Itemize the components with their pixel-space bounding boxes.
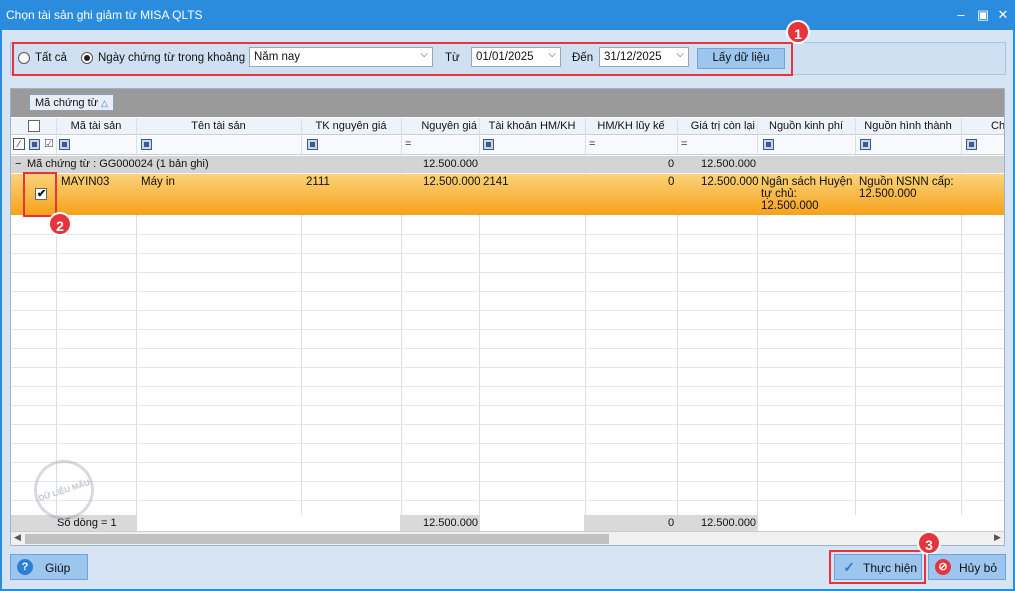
group-panel: Mã chứng từ △ <box>11 89 1004 117</box>
header-original-cost[interactable]: Nguyên giá <box>401 118 479 135</box>
header-asset-code[interactable]: Mã tài sản <box>56 118 136 135</box>
filter-icon[interactable] <box>29 139 40 150</box>
header-depreciation[interactable]: HM/KH lũy kế <box>585 118 677 135</box>
close-icon[interactable]: ✕ <box>994 6 1012 24</box>
footer-depreciation: 0 <box>668 517 675 529</box>
filter-icon[interactable] <box>966 139 977 150</box>
cell-fund-source-3: 12.500.000 <box>761 200 819 212</box>
scroll-left-icon[interactable]: ◀ <box>14 532 21 543</box>
header-cost-account[interactable]: TK nguyên giá <box>301 118 401 135</box>
filter-icon[interactable] <box>307 139 318 150</box>
sort-asc-icon: △ <box>101 98 108 108</box>
cell-cost-account: 2111 <box>306 176 330 188</box>
cell-asset-code: MAYIN03 <box>61 176 110 188</box>
scroll-right-icon[interactable]: ▶ <box>994 532 1001 543</box>
to-date-value: 31/12/2025 <box>604 51 662 63</box>
to-date-field[interactable]: 31/12/2025 ⌵ <box>599 47 689 67</box>
period-select[interactable]: Năm nay ⌵ <box>249 47 433 67</box>
radio-all[interactable] <box>18 52 30 64</box>
from-date-value: 01/01/2025 <box>476 51 534 63</box>
header-asset-name[interactable]: Tên tài sản <box>136 118 301 135</box>
filter-icon[interactable] <box>483 139 494 150</box>
maximize-icon[interactable]: ▣ <box>974 6 992 24</box>
check-filter-icon[interactable]: ☑ <box>44 137 54 150</box>
header-remaining[interactable]: Giá trị còn lại <box>677 118 757 135</box>
horizontal-scrollbar[interactable]: ◀ ▶ <box>11 531 1004 545</box>
minimize-icon[interactable]: – <box>952 6 970 24</box>
help-icon: ? <box>17 559 33 575</box>
step-badge-3: 3 <box>917 531 941 555</box>
period-value: Năm nay <box>254 51 301 63</box>
fetch-data-button[interactable]: Lấy dữ liệu <box>697 48 785 69</box>
header-formation-source[interactable]: Nguồn hình thành <box>855 118 961 135</box>
summary-row: Số dòng = 1 12.500.000 0 12.500.000 <box>11 515 1004 531</box>
group-row-label: Mã chứng từ : GG000024 (1 bản ghi) <box>27 158 209 170</box>
select-all-checkbox[interactable] <box>28 120 40 132</box>
collapse-icon[interactable]: − <box>15 158 21 170</box>
chevron-down-icon: ⌵ <box>420 49 428 60</box>
footer-remaining: 12.500.000 <box>701 517 757 529</box>
title-bar: Chọn tài sản ghi giảm từ MISA QLTS – ▣ ✕ <box>0 0 1015 30</box>
group-chip-label: Mã chứng từ <box>35 97 99 109</box>
cell-original-cost: 12.500.000 <box>423 176 481 188</box>
help-button-label: Giúp <box>45 561 71 575</box>
group-depreciation: 0 <box>668 158 675 170</box>
header-dep-account[interactable]: Tài khoản HM/KH <box>479 118 585 135</box>
group-original-cost: 12.500.000 <box>423 158 479 170</box>
equals-filter-icon[interactable]: = <box>405 138 411 150</box>
help-button[interactable]: ? Giúp <box>10 554 88 580</box>
from-date-field[interactable]: 01/01/2025 ⌵ <box>471 47 561 67</box>
cancel-icon: ⊘ <box>935 559 951 575</box>
cell-formation-source-1: Nguồn NSNN cấp: <box>859 176 954 188</box>
scroll-thumb[interactable] <box>25 534 609 544</box>
cancel-button[interactable]: ⊘ Hủy bỏ <box>928 554 1006 580</box>
footer-original-cost: 12.500.000 <box>423 517 479 529</box>
cell-remaining: 12.500.000 <box>701 176 759 188</box>
cell-dep-account: 2141 <box>483 176 509 188</box>
filter-icon[interactable] <box>860 139 871 150</box>
filter-icon[interactable] <box>763 139 774 150</box>
equals-filter-icon[interactable]: = <box>681 138 687 150</box>
cell-fund-source-1: Ngân sách Huyện <box>761 176 853 188</box>
cancel-button-label: Hủy bỏ <box>959 561 998 575</box>
chevron-down-icon: ⌵ <box>548 49 556 60</box>
table-row[interactable]: ✔ MAYIN03 Máy in 2111 12.500.000 2141 0 … <box>11 174 1004 215</box>
radio-date-range-label: Ngày chứng từ trong khoảng <box>98 52 246 64</box>
header-fund-source[interactable]: Nguồn kinh phí <box>757 118 855 135</box>
highlight-execute <box>829 550 926 584</box>
asset-grid: Mã chứng từ △ Mã tài sản Tên tài sản TK n… <box>10 88 1005 546</box>
cell-depreciation: 0 <box>668 176 675 188</box>
to-label: Đến <box>572 52 594 64</box>
cell-fund-source-2: tự chủ: <box>761 188 797 200</box>
group-row[interactable]: − Mã chứng từ : GG000024 (1 bản ghi) 12.… <box>11 156 1004 173</box>
cell-formation-source-2: 12.500.000 <box>859 188 917 200</box>
chevron-down-icon: ⌵ <box>676 49 684 60</box>
step-badge-1: 1 <box>786 20 810 44</box>
group-chip[interactable]: Mã chứng từ △ <box>29 94 114 111</box>
radio-date-range[interactable] <box>81 52 93 64</box>
filter-icon[interactable] <box>59 139 70 150</box>
group-remaining: 12.500.000 <box>701 158 757 170</box>
header-select <box>11 118 56 135</box>
clear-filter-icon[interactable]: ⁄ <box>13 138 25 150</box>
radio-all-label: Tất cả <box>35 52 67 64</box>
header-extra[interactable]: Ch <box>961 118 1004 135</box>
highlight-row-checkbox <box>23 172 57 217</box>
filter-icon[interactable] <box>141 139 152 150</box>
cell-asset-name: Máy in <box>141 176 175 188</box>
from-label: Từ <box>445 52 460 64</box>
equals-filter-icon[interactable]: = <box>589 138 595 150</box>
step-badge-2: 2 <box>48 212 72 236</box>
window-title: Chọn tài sản ghi giảm từ MISA QLTS <box>6 8 203 22</box>
